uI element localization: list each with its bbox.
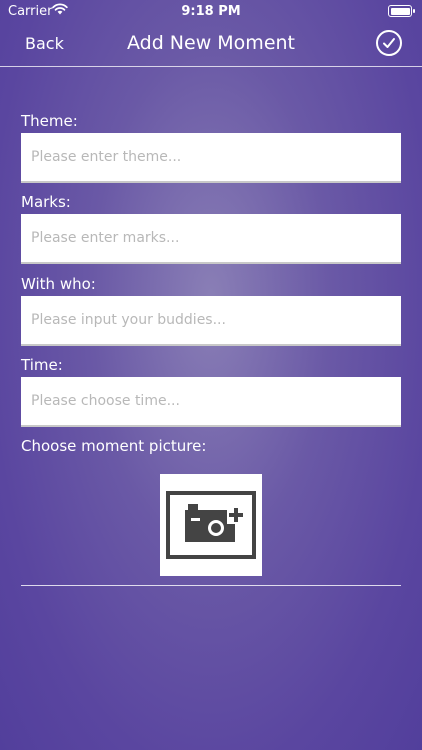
choose-picture-button[interactable]: [160, 474, 262, 576]
with-who-label: With who:: [21, 275, 96, 293]
buddies-input[interactable]: [21, 296, 401, 346]
navigation-bar: Back Add New Moment: [0, 22, 422, 66]
time-input[interactable]: [21, 377, 401, 427]
nav-divider: [0, 66, 422, 67]
picture-label: Choose moment picture:: [21, 437, 207, 455]
form-bottom-divider: [21, 585, 401, 586]
done-checkmark-button[interactable]: [376, 30, 402, 56]
status-time: 9:18 PM: [181, 4, 241, 19]
add-photo-camera-icon: [166, 491, 256, 559]
status-bar: Carrier 9:18 PM: [0, 0, 422, 22]
theme-input[interactable]: [21, 133, 401, 183]
theme-label: Theme:: [21, 112, 78, 130]
checkmark-icon: [383, 38, 395, 48]
battery-icon: [388, 5, 415, 17]
time-label: Time:: [21, 356, 63, 374]
marks-input[interactable]: [21, 214, 401, 264]
page-title: Add New Moment: [126, 32, 295, 54]
marks-label: Marks:: [21, 193, 71, 211]
